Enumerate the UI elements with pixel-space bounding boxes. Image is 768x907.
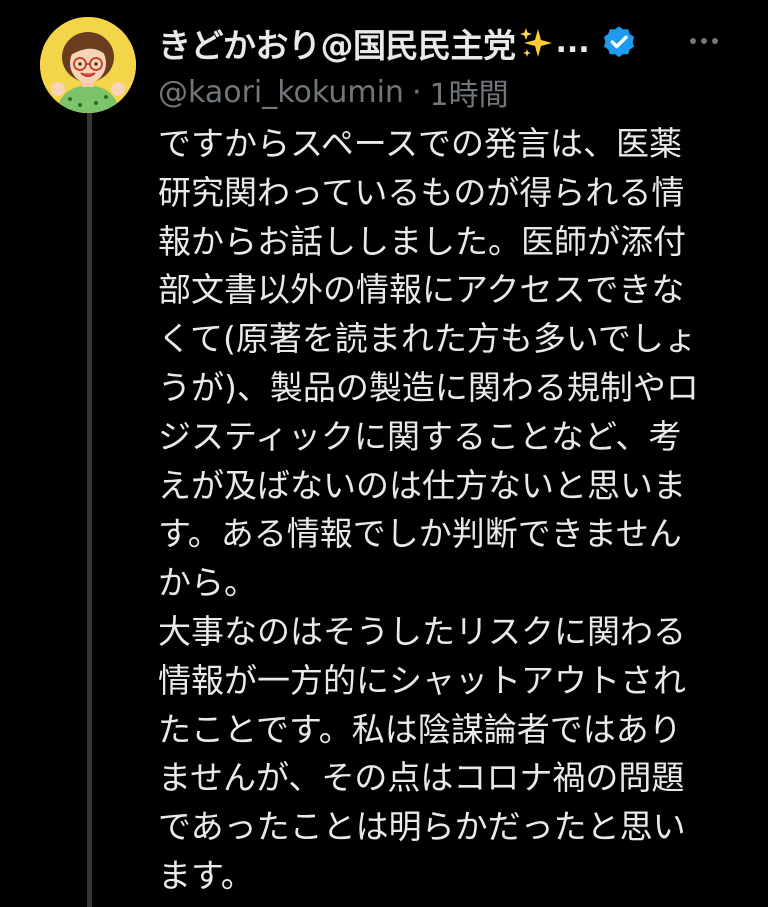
avatar[interactable] <box>40 17 136 113</box>
tweet-text-line: から。 <box>158 563 257 603</box>
tweet-text-line: ませんが、その点はコロナ禍の問題 <box>158 758 685 798</box>
sparkles-icon <box>519 28 552 57</box>
meta-separator: · <box>411 74 422 110</box>
more-options-button[interactable] <box>682 26 726 56</box>
name-truncation: ... <box>555 25 590 60</box>
tweet-text-line: 部文書以外の情報にアクセスできな <box>158 270 685 310</box>
tweet-text-line: 研究関わっているものが得られる情 <box>158 172 685 212</box>
tweet-text-line: であったことは明らかだったと思い <box>158 807 686 847</box>
tweet-text-line: たことです。私は陰謀論者ではあり <box>158 709 682 749</box>
tweet-text-line: 情報が一方的にシャットアウトされ <box>158 660 686 700</box>
avatar-illustration <box>40 17 136 113</box>
tweet-text-line: ます。 <box>158 855 254 895</box>
tweet-timestamp[interactable]: 1時間 <box>430 70 509 114</box>
more-horizontal-icon-dot <box>712 38 718 44</box>
thread-connector-line <box>87 112 92 907</box>
verified-badge-icon[interactable] <box>600 24 638 62</box>
tweet-text-line: ですからスペースでの発言は、医薬 <box>158 124 683 163</box>
more-horizontal-icon-dot <box>690 38 696 44</box>
tweet-text-line: ジスティックに関することなど、考 <box>158 416 682 456</box>
tweet-body: ですからスペースでの発言は、医薬 研究関わっているものが得られる情 報からお話し… <box>158 120 718 901</box>
tweet-text-line: うが)、製品の製造に関わる規制やロ <box>158 367 699 407</box>
tweet-text-line: 報からお話ししました。医師が添付 <box>158 221 686 261</box>
tweet-text-line: えが及ばないのは仕方ないと思いま <box>158 465 686 505</box>
author-display-name[interactable]: きどかおり@国民民主党 <box>158 19 516 67</box>
tweet-text-line: くて(原著を読まれた方も多いでしょ <box>158 319 697 359</box>
more-horizontal-icon-dot <box>701 38 707 44</box>
tweet-header: きどかおり@国民民主党 ... <box>158 18 728 68</box>
author-handle[interactable]: @kaori_kokumin <box>158 75 404 110</box>
tweet-meta: @kaori_kokumin · 1時間 <box>158 70 509 114</box>
tweet-text-line: 大事なのはそうしたリスクに関わる <box>158 611 686 651</box>
tweet-text-line: す。ある情報でしか判断できません <box>158 514 682 554</box>
